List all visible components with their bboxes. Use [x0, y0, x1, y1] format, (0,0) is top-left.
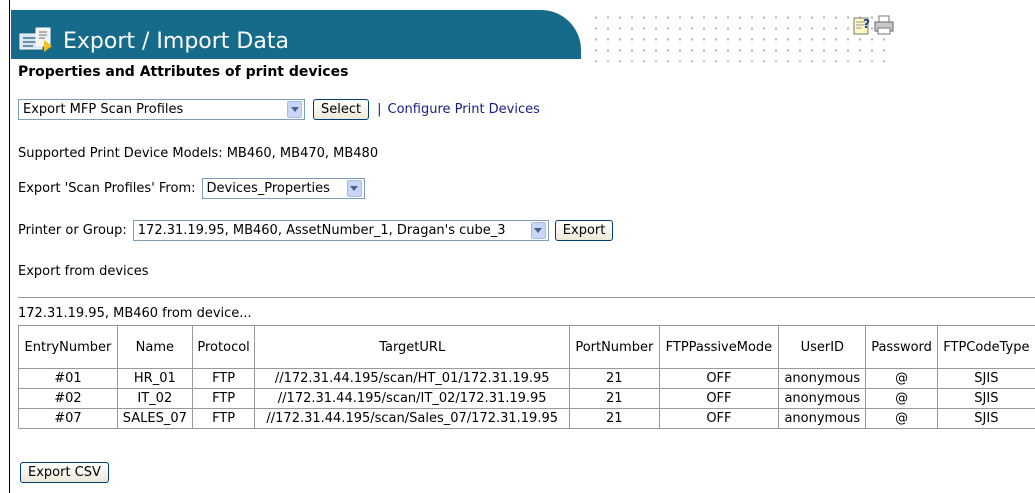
table-cell: anonymous: [778, 368, 867, 389]
table-cell: 21: [569, 388, 660, 409]
export-from-label: Export 'Scan Profiles' From:: [18, 181, 196, 196]
export-type-select[interactable]: Export MFP Scan Profiles: [18, 99, 305, 120]
export-from-devices-row: Export from devices: [18, 264, 149, 279]
printer-group-label: Printer or Group:: [18, 223, 127, 238]
printer-group-row: Printer or Group: 172.31.19.95, MB460, A…: [18, 220, 614, 241]
table-cell: SJIS: [936, 388, 1035, 409]
help-icon[interactable]: ?: [853, 15, 873, 35]
printer-group-select[interactable]: 172.31.19.95, MB460, AssetNumber_1, Drag…: [132, 220, 549, 241]
table-cell: #01: [18, 368, 118, 389]
page-subtitle: Properties and Attributes of print devic…: [18, 64, 349, 80]
chevron-down-icon: [287, 101, 302, 118]
table-cell: //172.31.44.195/scan/Sales_07/172.31.19.…: [254, 408, 571, 429]
export-from-select[interactable]: Devices_Properties: [201, 178, 365, 199]
select-button[interactable]: Select: [313, 99, 370, 120]
table-row: #07 SALES_07 FTP //172.31.44.195/scan/Sa…: [18, 408, 1035, 429]
table-cell: SJIS: [936, 408, 1035, 429]
table-row: #02 IT_02 FTP //172.31.44.195/scan/IT_02…: [18, 388, 1035, 409]
link-separator: |: [377, 102, 382, 117]
column-header: Password: [865, 325, 938, 369]
table-cell: @: [865, 408, 938, 429]
export-button[interactable]: Export: [554, 220, 614, 241]
table-cell: IT_02: [116, 388, 193, 409]
chevron-down-icon: [530, 222, 546, 239]
column-header: Name: [116, 325, 193, 369]
svg-text:?: ?: [863, 17, 870, 31]
table-cell: OFF: [658, 408, 780, 429]
table-cell: #02: [18, 388, 118, 409]
table-header-row: EntryNumber Name Protocol TargetURL Port…: [18, 325, 1035, 369]
table-cell: SALES_07: [116, 408, 193, 429]
table-row: #01 HR_01 FTP //172.31.44.195/scan/HT_01…: [18, 368, 1035, 389]
supported-models-text: Supported Print Device Models: MB460, MB…: [18, 146, 379, 161]
table-cell: anonymous: [778, 408, 867, 429]
table-cell: FTP: [191, 388, 256, 409]
page-title: Export / Import Data: [63, 29, 289, 54]
divider: [18, 297, 1035, 298]
column-header: FTPPassiveMode: [658, 325, 780, 369]
export-from-devices-text: Export from devices: [18, 264, 149, 279]
print-icon[interactable]: [873, 15, 895, 35]
table-cell: 21: [569, 368, 660, 389]
chevron-down-icon: [346, 180, 362, 197]
column-header: UserID: [778, 325, 867, 369]
scan-profiles-table: EntryNumber Name Protocol TargetURL Port…: [18, 325, 1035, 429]
table-cell: OFF: [658, 368, 780, 389]
supported-models-row: Supported Print Device Models: MB460, MB…: [18, 146, 378, 161]
dotted-decoration: [590, 12, 890, 62]
export-type-row: Export MFP Scan Profiles Select | Config…: [18, 99, 540, 120]
device-caption: 172.31.19.95, MB460 from device...: [18, 306, 252, 321]
column-header: EntryNumber: [18, 325, 118, 369]
page-frame: Export / Import Data ? Properties and At…: [9, 0, 1035, 493]
table-cell: HR_01: [116, 368, 193, 389]
export-from-value: Devices_Properties: [206, 181, 330, 196]
column-header: Protocol: [191, 325, 256, 369]
table-cell: //172.31.44.195/scan/IT_02/172.31.19.95: [254, 388, 571, 409]
data-transfer-icon: [19, 27, 52, 52]
column-header: PortNumber: [569, 325, 660, 369]
header-actions: ?: [853, 15, 903, 37]
column-header: TargetURL: [254, 325, 571, 369]
table-cell: FTP: [191, 408, 256, 429]
table-cell: OFF: [658, 388, 780, 409]
table-cell: anonymous: [778, 388, 867, 409]
table-cell: FTP: [191, 368, 256, 389]
table-cell: @: [865, 368, 938, 389]
column-header: FTPCodeType: [936, 325, 1035, 369]
table-cell: 21: [569, 408, 660, 429]
export-csv-button[interactable]: Export CSV: [20, 462, 109, 483]
export-type-value: Export MFP Scan Profiles: [23, 102, 184, 117]
page-banner: Export / Import Data: [11, 10, 581, 59]
export-from-row: Export 'Scan Profiles' From: Devices_Pro…: [18, 178, 365, 199]
table-cell: SJIS: [936, 368, 1035, 389]
table-cell: @: [865, 388, 938, 409]
table-cell: //172.31.44.195/scan/HT_01/172.31.19.95: [254, 368, 571, 389]
configure-print-devices-link[interactable]: Configure Print Devices: [388, 102, 540, 117]
table-cell: #07: [18, 408, 118, 429]
printer-group-value: 172.31.19.95, MB460, AssetNumber_1, Drag…: [137, 223, 506, 238]
